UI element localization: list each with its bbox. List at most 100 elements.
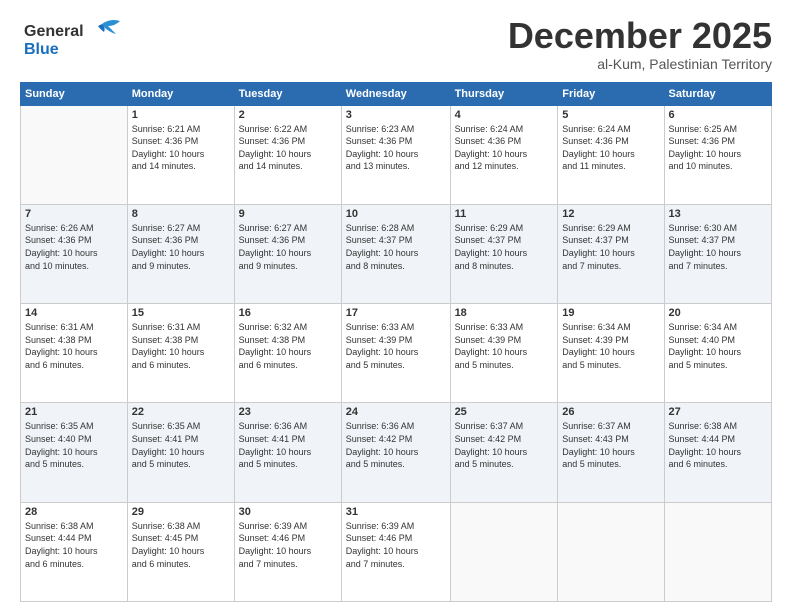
day-info: Sunrise: 6:31 AM Sunset: 4:38 PM Dayligh… — [25, 321, 123, 371]
day-number: 8 — [132, 208, 230, 220]
table-row: 19 Sunrise: 6:34 AM Sunset: 4:39 PM Dayli… — [558, 304, 664, 403]
day-number: 3 — [346, 109, 446, 121]
table-row: 2 Sunrise: 6:22 AM Sunset: 4:36 PM Daylig… — [234, 105, 341, 204]
table-row: 23 Sunrise: 6:36 AM Sunset: 4:41 PM Dayli… — [234, 403, 341, 502]
header: General Blue December 2025 al-Kum, Pales… — [20, 16, 772, 72]
table-row: 28 Sunrise: 6:38 AM Sunset: 4:44 PM Dayli… — [21, 502, 128, 601]
day-info: Sunrise: 6:38 AM Sunset: 4:44 PM Dayligh… — [669, 420, 767, 470]
table-row: 10Sunrise: 6:28 AM Sunset: 4:37 PM Dayli… — [341, 204, 450, 303]
table-row: 26 Sunrise: 6:37 AM Sunset: 4:43 PM Dayli… — [558, 403, 664, 502]
day-info: Sunrise: 6:24 AM Sunset: 4:36 PM Dayligh… — [455, 123, 554, 173]
day-number: 9 — [239, 208, 337, 220]
table-row: 14 Sunrise: 6:31 AM Sunset: 4:38 PM Dayli… — [21, 304, 128, 403]
day-info: Sunrise: 6:33 AM Sunset: 4:39 PM Dayligh… — [346, 321, 446, 371]
table-row: 18 Sunrise: 6:33 AM Sunset: 4:39 PM Dayli… — [450, 304, 558, 403]
day-info: Sunrise: 6:21 AM Sunset: 4:36 PM Dayligh… — [132, 123, 230, 173]
location: al-Kum, Palestinian Territory — [508, 56, 772, 72]
calendar-week-row: 21 Sunrise: 6:35 AM Sunset: 4:40 PM Dayli… — [21, 403, 772, 502]
day-info: Sunrise: 6:28 AM Sunset: 4:37 PM Dayligh… — [346, 222, 446, 272]
table-row: 16 Sunrise: 6:32 AM Sunset: 4:38 PM Dayli… — [234, 304, 341, 403]
day-info: Sunrise: 6:36 AM Sunset: 4:41 PM Dayligh… — [239, 420, 337, 470]
page: General Blue December 2025 al-Kum, Pales… — [0, 0, 792, 612]
day-number: 28 — [25, 506, 123, 518]
calendar-table: Sunday Monday Tuesday Wednesday Thursday… — [20, 82, 772, 602]
day-number: 11 — [455, 208, 554, 220]
col-monday: Monday — [127, 82, 234, 105]
col-tuesday: Tuesday — [234, 82, 341, 105]
day-number: 24 — [346, 406, 446, 418]
svg-text:General: General — [24, 23, 84, 40]
day-info: Sunrise: 6:27 AM Sunset: 4:36 PM Dayligh… — [239, 222, 337, 272]
table-row: 1 Sunrise: 6:21 AM Sunset: 4:36 PM Daylig… — [127, 105, 234, 204]
table-row: 24Sunrise: 6:36 AM Sunset: 4:42 PM Dayli… — [341, 403, 450, 502]
day-number: 26 — [562, 406, 659, 418]
day-info: Sunrise: 6:25 AM Sunset: 4:36 PM Dayligh… — [669, 123, 767, 173]
day-info: Sunrise: 6:29 AM Sunset: 4:37 PM Dayligh… — [455, 222, 554, 272]
day-info: Sunrise: 6:31 AM Sunset: 4:38 PM Dayligh… — [132, 321, 230, 371]
day-number: 7 — [25, 208, 123, 220]
title-block: December 2025 al-Kum, Palestinian Territ… — [508, 16, 772, 72]
day-number: 18 — [455, 307, 554, 319]
day-info: Sunrise: 6:37 AM Sunset: 4:43 PM Dayligh… — [562, 420, 659, 470]
day-number: 12 — [562, 208, 659, 220]
table-row: 29Sunrise: 6:38 AM Sunset: 4:45 PM Dayli… — [127, 502, 234, 601]
day-number: 25 — [455, 406, 554, 418]
calendar-week-row: 14 Sunrise: 6:31 AM Sunset: 4:38 PM Dayli… — [21, 304, 772, 403]
day-info: Sunrise: 6:35 AM Sunset: 4:41 PM Dayligh… — [132, 420, 230, 470]
logo-svg: General Blue — [20, 16, 130, 60]
day-number: 19 — [562, 307, 659, 319]
day-info: Sunrise: 6:32 AM Sunset: 4:38 PM Dayligh… — [239, 321, 337, 371]
calendar-header-row: Sunday Monday Tuesday Wednesday Thursday… — [21, 82, 772, 105]
day-number: 21 — [25, 406, 123, 418]
day-info: Sunrise: 6:22 AM Sunset: 4:36 PM Dayligh… — [239, 123, 337, 173]
day-info: Sunrise: 6:38 AM Sunset: 4:44 PM Dayligh… — [25, 520, 123, 570]
day-number: 1 — [132, 109, 230, 121]
day-number: 2 — [239, 109, 337, 121]
day-number: 31 — [346, 506, 446, 518]
day-info: Sunrise: 6:30 AM Sunset: 4:37 PM Dayligh… — [669, 222, 767, 272]
day-info: Sunrise: 6:34 AM Sunset: 4:39 PM Dayligh… — [562, 321, 659, 371]
table-row: 22 Sunrise: 6:35 AM Sunset: 4:41 PM Dayli… — [127, 403, 234, 502]
day-number: 15 — [132, 307, 230, 319]
table-row: 8Sunrise: 6:27 AM Sunset: 4:36 PM Daylig… — [127, 204, 234, 303]
day-number: 20 — [669, 307, 767, 319]
table-row: 9 Sunrise: 6:27 AM Sunset: 4:36 PM Daylig… — [234, 204, 341, 303]
table-row: 6Sunrise: 6:25 AM Sunset: 4:36 PM Daylig… — [664, 105, 771, 204]
table-row — [21, 105, 128, 204]
day-info: Sunrise: 6:33 AM Sunset: 4:39 PM Dayligh… — [455, 321, 554, 371]
day-number: 14 — [25, 307, 123, 319]
table-row: 15 Sunrise: 6:31 AM Sunset: 4:38 PM Dayli… — [127, 304, 234, 403]
table-row: 21 Sunrise: 6:35 AM Sunset: 4:40 PM Dayli… — [21, 403, 128, 502]
calendar-week-row: 28 Sunrise: 6:38 AM Sunset: 4:44 PM Dayli… — [21, 502, 772, 601]
logo: General Blue — [20, 16, 130, 65]
day-info: Sunrise: 6:39 AM Sunset: 4:46 PM Dayligh… — [239, 520, 337, 570]
col-thursday: Thursday — [450, 82, 558, 105]
col-saturday: Saturday — [664, 82, 771, 105]
month-title: December 2025 — [508, 16, 772, 56]
day-info: Sunrise: 6:34 AM Sunset: 4:40 PM Dayligh… — [669, 321, 767, 371]
day-info: Sunrise: 6:26 AM Sunset: 4:36 PM Dayligh… — [25, 222, 123, 272]
day-number: 23 — [239, 406, 337, 418]
col-sunday: Sunday — [21, 82, 128, 105]
day-info: Sunrise: 6:38 AM Sunset: 4:45 PM Dayligh… — [132, 520, 230, 570]
calendar-week-row: 1 Sunrise: 6:21 AM Sunset: 4:36 PM Daylig… — [21, 105, 772, 204]
day-number: 16 — [239, 307, 337, 319]
day-info: Sunrise: 6:37 AM Sunset: 4:42 PM Dayligh… — [455, 420, 554, 470]
day-info: Sunrise: 6:23 AM Sunset: 4:36 PM Dayligh… — [346, 123, 446, 173]
day-number: 17 — [346, 307, 446, 319]
day-info: Sunrise: 6:35 AM Sunset: 4:40 PM Dayligh… — [25, 420, 123, 470]
table-row: 13 Sunrise: 6:30 AM Sunset: 4:37 PM Dayli… — [664, 204, 771, 303]
table-row — [664, 502, 771, 601]
day-number: 27 — [669, 406, 767, 418]
table-row — [558, 502, 664, 601]
day-number: 22 — [132, 406, 230, 418]
table-row — [450, 502, 558, 601]
day-number: 13 — [669, 208, 767, 220]
table-row: 12Sunrise: 6:29 AM Sunset: 4:37 PM Dayli… — [558, 204, 664, 303]
table-row: 4Sunrise: 6:24 AM Sunset: 4:36 PM Daylig… — [450, 105, 558, 204]
col-wednesday: Wednesday — [341, 82, 450, 105]
table-row: 7 Sunrise: 6:26 AM Sunset: 4:36 PM Daylig… — [21, 204, 128, 303]
table-row: 3 Sunrise: 6:23 AM Sunset: 4:36 PM Daylig… — [341, 105, 450, 204]
table-row: 5Sunrise: 6:24 AM Sunset: 4:36 PM Daylig… — [558, 105, 664, 204]
svg-text:Blue: Blue — [24, 41, 59, 58]
